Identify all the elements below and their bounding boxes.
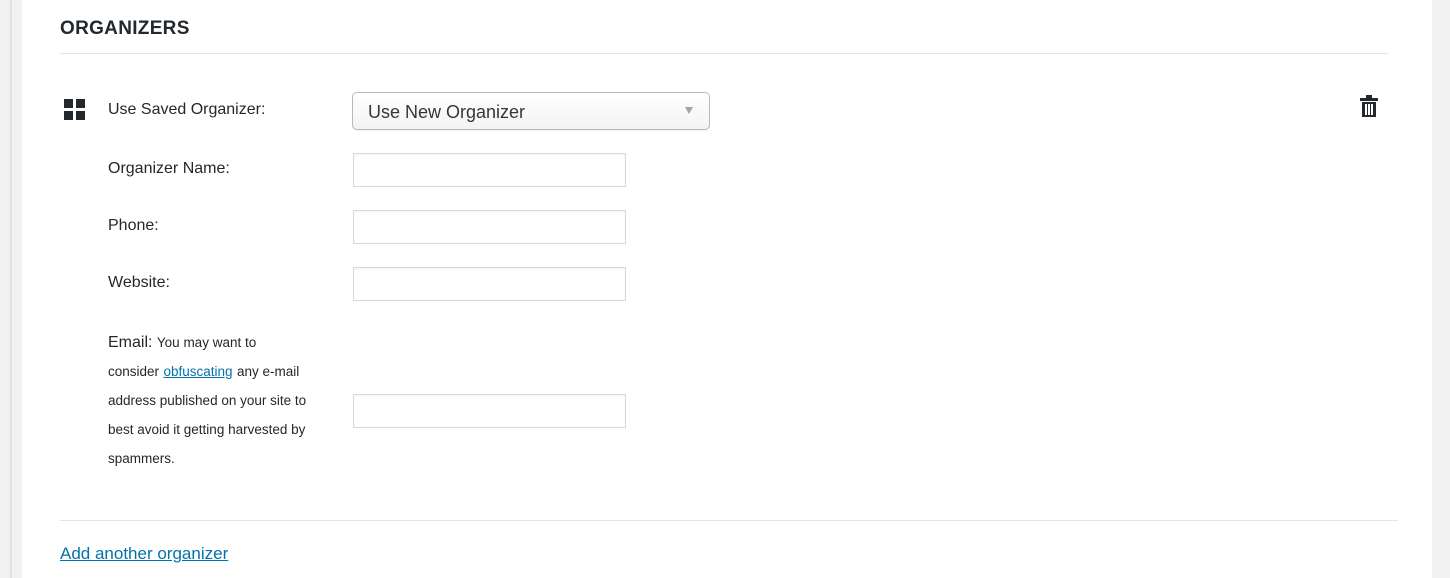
admin-sidebar-edge: [0, 0, 20, 578]
email-note-after: any e-mail address published on your sit…: [108, 364, 307, 466]
saved-organizer-label: Use Saved Organizer:: [108, 101, 266, 118]
section-title: ORGANIZERS: [60, 18, 190, 39]
section-divider-top: [60, 53, 1388, 54]
saved-organizer-select-value: Use New Organizer: [368, 102, 526, 122]
email-input[interactable]: [353, 394, 626, 428]
obfuscating-link[interactable]: obfuscating: [163, 364, 232, 379]
website-label: Website:: [108, 274, 170, 291]
email-label: Email:: [108, 334, 153, 351]
section-divider-bottom: [60, 520, 1398, 521]
drag-handle-icon[interactable]: [64, 99, 86, 121]
phone-input[interactable]: [353, 210, 626, 244]
organizer-name-input[interactable]: [353, 153, 626, 187]
organizer-name-label: Organizer Name:: [108, 160, 230, 177]
organizers-panel: ORGANIZERS Use Saved Organizer: Use New …: [22, 0, 1432, 578]
phone-label: Phone:: [108, 217, 159, 234]
chevron-down-icon: [685, 107, 693, 114]
email-label-block: Email: You may want to consider obfuscat…: [108, 328, 308, 473]
add-another-organizer-link[interactable]: Add another organizer: [60, 544, 228, 564]
saved-organizer-select[interactable]: Use New Organizer: [352, 92, 710, 130]
trash-icon[interactable]: [1359, 95, 1379, 119]
sidebar-divider: [10, 0, 12, 578]
website-input[interactable]: [353, 267, 626, 301]
